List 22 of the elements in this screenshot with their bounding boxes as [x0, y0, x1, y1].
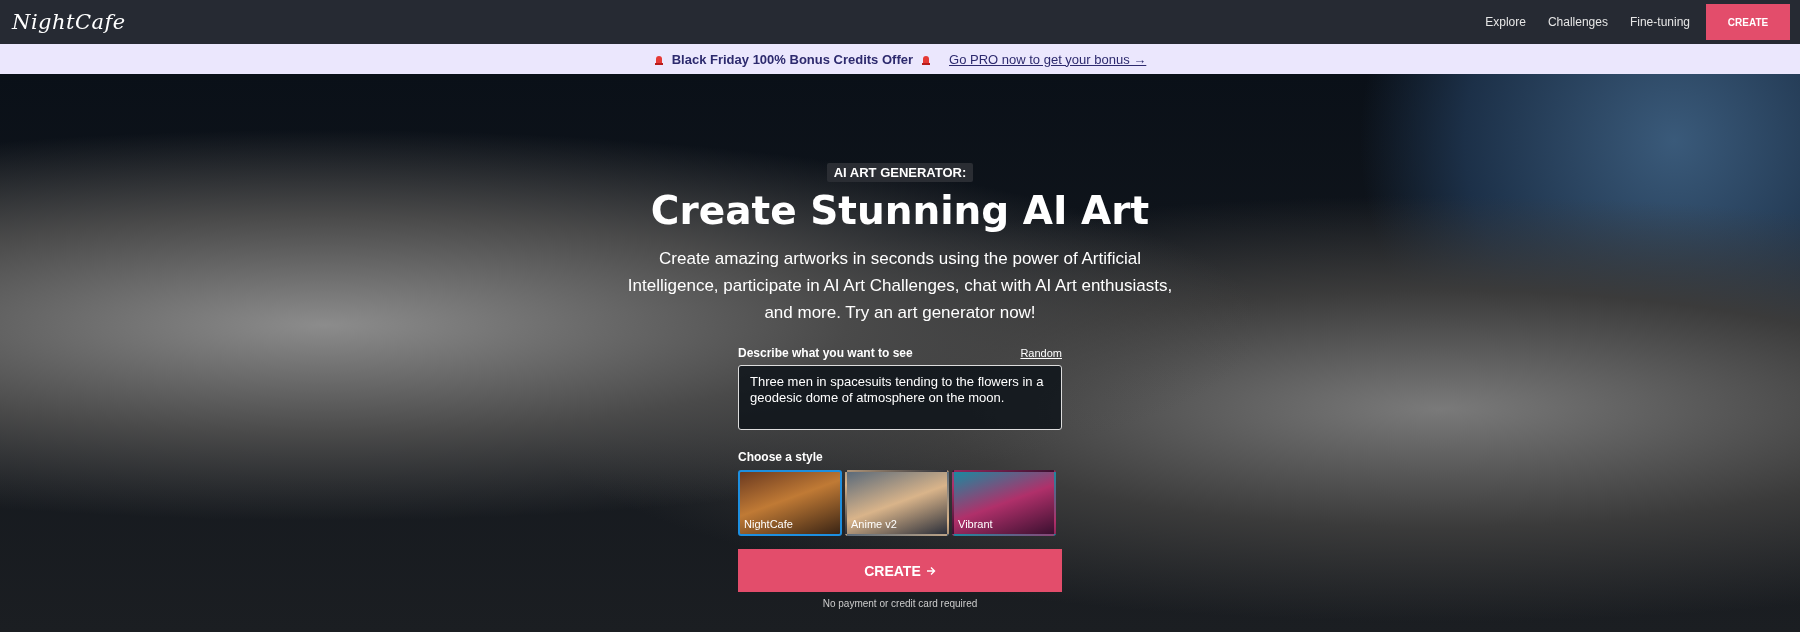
style-label: Choose a style	[738, 450, 824, 464]
section-badge: AI ART GENERATOR:	[826, 163, 974, 182]
prompt-field[interactable]: Three men in spacesuits tending to the flowers in a geodesic dome of atmosphere on the moon.	[738, 365, 1062, 430]
hero-subtitle: Create amazing artworks in seconds using the power of Artificial Intelligence, participate in AI Art Challenges, chat with AI Art enthusiasts, and more. Try an art generator now!	[626, 248, 1174, 324]
promo-text: Black Friday 100% Bonus Credits Offer	[671, 51, 913, 67]
siren-icon	[653, 53, 664, 65]
arrow-icon	[925, 565, 936, 576]
style-option[interactable]: NightCafe	[738, 470, 842, 536]
nav-link[interactable]: Explore	[1485, 15, 1526, 29]
random-link[interactable]: Random	[1020, 347, 1062, 359]
prompt-label: Describe what you want to see	[738, 346, 913, 360]
promo-link[interactable]: Go PRO now to get your bonus →	[949, 51, 1147, 67]
create-button[interactable]: CREATE	[1706, 4, 1790, 40]
nav-link[interactable]: Fine-tuning	[1629, 15, 1690, 29]
hero-title: Create Stunning AI Art	[650, 188, 1150, 233]
disclaimer-text: No payment or credit card required	[821, 598, 979, 609]
style-option[interactable]: Anime v2	[845, 470, 949, 536]
siren-icon	[921, 53, 931, 65]
create-button[interactable]: CREATE	[738, 549, 1062, 592]
style-option[interactable]: Vibrant	[952, 470, 1056, 536]
nav-link[interactable]: Challenges	[1547, 15, 1608, 29]
logo[interactable]: NightCafe	[12, 10, 126, 34]
